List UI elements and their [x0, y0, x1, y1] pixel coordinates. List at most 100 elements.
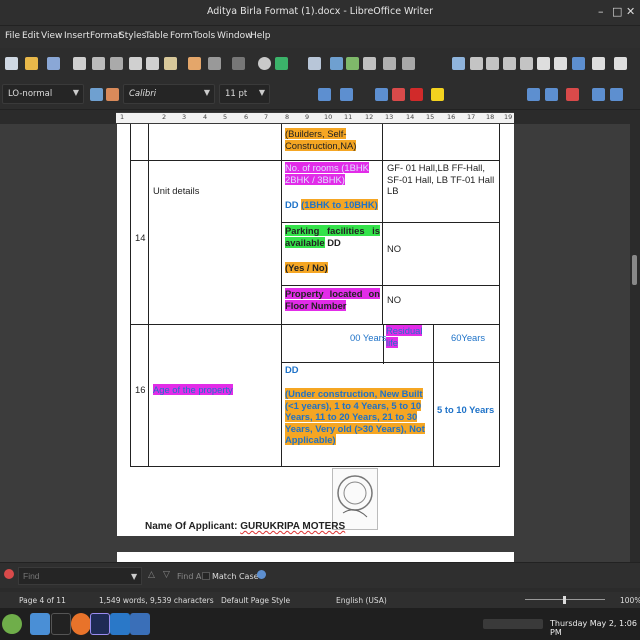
- premiere-icon[interactable]: [90, 613, 110, 635]
- font-color-icon[interactable]: [410, 88, 423, 101]
- table-border: [383, 324, 384, 364]
- parking-dd: DD: [327, 236, 341, 248]
- new-style-icon[interactable]: [106, 88, 119, 101]
- chevron-down-icon[interactable]: ▼: [131, 572, 137, 581]
- menu-tools[interactable]: Tools: [193, 31, 215, 41]
- hyperlink-icon[interactable]: [452, 57, 465, 70]
- font-name-select[interactable]: Calibri ▼: [123, 84, 215, 104]
- save-icon[interactable]: [47, 57, 60, 70]
- menu-form[interactable]: Form: [170, 31, 193, 41]
- find-toolbar: ▼ △ ▽ Find All Match Case: [0, 562, 640, 588]
- maximize-button[interactable]: □: [612, 5, 622, 18]
- chevron-down-icon: ▼: [72, 88, 79, 97]
- print-icon[interactable]: [92, 57, 105, 70]
- zoom-level[interactable]: 100%: [620, 596, 640, 605]
- text-box-icon[interactable]: [363, 57, 376, 70]
- undo-icon[interactable]: [208, 57, 221, 70]
- document-area[interactable]: (Builders, Self-Construction,NA) 14 Unit…: [0, 124, 630, 562]
- paragraph-style-select[interactable]: LO-normal ▼: [2, 84, 84, 104]
- ruler-mark: 16: [447, 113, 456, 121]
- chart-icon[interactable]: [346, 57, 359, 70]
- ruler-mark: 19: [504, 113, 513, 121]
- table-cell: DD (1BHK to 10BHK): [285, 199, 381, 211]
- paragraph-style-value: LO-normal: [8, 89, 53, 99]
- menu-edit[interactable]: Edit: [22, 31, 39, 41]
- field-icon[interactable]: [402, 57, 415, 70]
- menu-file[interactable]: File: [5, 31, 20, 41]
- update-style-icon[interactable]: [90, 88, 103, 101]
- no-list-icon[interactable]: [566, 88, 579, 101]
- basic-shapes-icon[interactable]: [592, 57, 605, 70]
- ruler-mark: 17: [467, 113, 476, 121]
- bookmark-icon[interactable]: [503, 57, 516, 70]
- comment-icon[interactable]: [537, 57, 550, 70]
- cut-icon[interactable]: [129, 57, 142, 70]
- numbering-icon[interactable]: [545, 88, 558, 101]
- copy-icon[interactable]: [146, 57, 159, 70]
- language[interactable]: English (USA): [336, 596, 387, 605]
- decrease-indent-icon[interactable]: [610, 88, 623, 101]
- page-style[interactable]: Default Page Style: [221, 596, 290, 605]
- menu-view[interactable]: View: [41, 31, 62, 41]
- rooms-range: (1BHK to 10BHK): [301, 199, 378, 210]
- line-icon[interactable]: [572, 57, 585, 70]
- underline-icon[interactable]: [318, 88, 331, 101]
- menu-insert[interactable]: Insert: [64, 31, 90, 41]
- minimize-button[interactable]: –: [598, 5, 604, 18]
- find-replace-icon[interactable]: [258, 57, 271, 70]
- clone-formatting-icon[interactable]: [188, 57, 201, 70]
- redo-icon[interactable]: [232, 57, 245, 70]
- cross-reference-icon[interactable]: [520, 57, 533, 70]
- linux-mint-icon[interactable]: [2, 614, 22, 634]
- scrollbar-thumb[interactable]: [632, 255, 637, 285]
- ruler-mark: 18: [486, 113, 495, 121]
- paste-icon[interactable]: [164, 57, 177, 70]
- firefox-icon[interactable]: [71, 613, 91, 635]
- menu-styles[interactable]: Styles: [119, 31, 146, 41]
- find-options-icon[interactable]: [257, 570, 266, 579]
- footnote-icon[interactable]: [470, 57, 483, 70]
- files-icon[interactable]: [30, 613, 50, 635]
- print-preview-icon[interactable]: [110, 57, 123, 70]
- match-case-checkbox[interactable]: [202, 572, 210, 580]
- vertical-scrollbar[interactable]: [630, 110, 640, 562]
- menu-window[interactable]: Window: [217, 31, 253, 41]
- document-page[interactable]: (Builders, Self-Construction,NA) 14 Unit…: [117, 124, 514, 536]
- superscript-icon[interactable]: [375, 88, 388, 101]
- table-icon[interactable]: [308, 57, 321, 70]
- vscode-icon[interactable]: [110, 613, 130, 635]
- increase-indent-icon[interactable]: [592, 88, 605, 101]
- image-icon[interactable]: [330, 57, 343, 70]
- endnote-icon[interactable]: [486, 57, 499, 70]
- highlight-color-icon[interactable]: [431, 88, 444, 101]
- font-size-select[interactable]: 11 pt ▼: [219, 84, 270, 104]
- clear-formatting-icon[interactable]: [392, 88, 405, 101]
- zoom-slider-handle[interactable]: [563, 596, 566, 604]
- find-previous-icon[interactable]: △: [148, 570, 155, 580]
- system-tray[interactable]: [483, 619, 543, 629]
- close-find-icon[interactable]: [4, 569, 14, 579]
- find-next-icon[interactable]: ▽: [163, 570, 170, 580]
- menu-table[interactable]: Table: [145, 31, 168, 41]
- find-input[interactable]: [18, 567, 142, 585]
- clock[interactable]: Thursday May 2, 1:06 PM: [550, 619, 640, 637]
- page-break-icon[interactable]: [383, 57, 396, 70]
- export-pdf-icon[interactable]: [73, 57, 86, 70]
- spelling-icon[interactable]: [275, 57, 288, 70]
- strikethrough-icon[interactable]: [340, 88, 353, 101]
- horizontal-ruler[interactable]: 1 2 3 4 5 6 7 8 9 10 11 12 13 14 15 16 1…: [116, 112, 514, 124]
- new-document-icon[interactable]: [5, 57, 18, 70]
- word-count[interactable]: 1,549 words, 9,539 characters: [99, 596, 214, 605]
- terminal-icon[interactable]: [51, 613, 71, 635]
- window-title: Aditya Birla Format (1).docx - LibreOffi…: [206, 6, 434, 17]
- open-folder-icon[interactable]: [25, 57, 38, 70]
- menu-format[interactable]: Format: [90, 31, 122, 41]
- page-count[interactable]: Page 4 of 11: [19, 596, 66, 605]
- menu-help[interactable]: Help: [250, 31, 271, 41]
- rooms-dd: DD: [285, 199, 299, 210]
- close-button[interactable]: ✕: [626, 5, 635, 18]
- writer-icon[interactable]: [130, 613, 150, 635]
- bullets-icon[interactable]: [527, 88, 540, 101]
- track-changes-icon[interactable]: [554, 57, 567, 70]
- toolbar-overflow-icon[interactable]: [614, 57, 627, 70]
